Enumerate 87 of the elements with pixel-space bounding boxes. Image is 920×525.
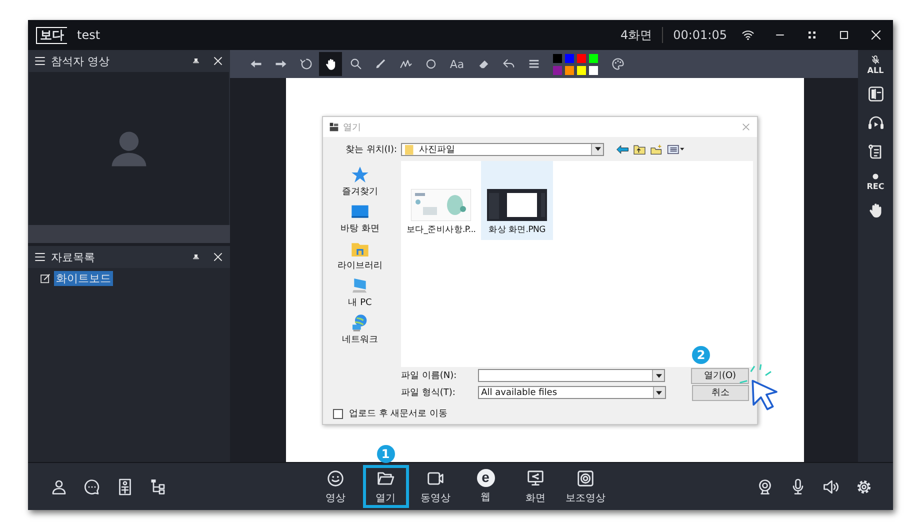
contact-card-icon[interactable] [116,478,134,496]
checkbox-label: 업로드 후 새문서로 이동 [349,408,448,420]
file-type-dropdown[interactable]: All available files [478,386,666,399]
menu-icon[interactable] [34,251,46,263]
webcam-icon[interactable] [756,478,774,496]
new-folder-icon[interactable] [650,144,663,154]
hand-icon [866,201,884,219]
color-swatch[interactable] [565,66,574,74]
open-button[interactable]: 열기(O) [691,368,749,384]
speaker-box-icon [576,468,595,488]
headphones-icon [866,114,884,132]
magnifier-icon [348,57,362,71]
maximize-icon[interactable] [837,28,851,42]
color-swatch[interactable] [589,66,598,74]
color-swatch[interactable] [577,66,586,74]
file-name-label: 파일 이름(N): [401,370,458,382]
dialog-title: 열기 [343,122,361,134]
caret-icon [656,374,662,378]
pin-icon[interactable] [191,56,201,66]
mute-all-icon [870,55,881,66]
chat-icon[interactable] [83,478,101,496]
color-swatch[interactable] [553,54,562,62]
zigzag-icon [398,57,412,71]
settings-icon[interactable] [855,478,873,496]
speaker-icon[interactable] [822,478,840,496]
video-camera-button[interactable]: 동영상 [412,465,458,508]
tree-icon[interactable] [149,478,167,496]
panel-title: 참석자 영상 [51,54,110,68]
close-icon[interactable] [212,55,224,67]
hand-icon [324,57,338,71]
text-tool[interactable]: Aa [444,52,470,76]
file-name-field[interactable] [478,369,665,382]
caret-icon [594,147,600,151]
look-in-label: 찾는 위치(I): [344,144,397,156]
app-icon [329,122,339,132]
wifi-icon [741,28,755,42]
layout-icon [866,85,884,103]
smiley-button[interactable]: 영상 [312,465,358,508]
mute-all-button[interactable]: ALL [860,52,890,78]
app-logo: 보다 [36,26,67,44]
color-swatch[interactable] [577,54,586,62]
speaker-box-button[interactable]: 보조영상 [562,465,608,508]
brush-icon [374,57,388,71]
person-icon[interactable] [50,478,68,496]
close-icon[interactable] [212,251,224,263]
session-timer: 00:01:05 [673,28,727,42]
pin-icon[interactable] [191,252,201,262]
line-width-icon [526,57,540,71]
look-in-dropdown[interactable]: 사진파일 [401,142,604,156]
place-item[interactable]: 즐겨찾기 [342,185,378,198]
folder-icon [405,144,414,154]
file-item[interactable]: 보다_준비사항.P... [405,161,477,240]
file-item[interactable]: 화상 화면.PNG [481,161,553,240]
folder-button[interactable]: 열기 [362,465,408,508]
palette-icon [610,57,624,71]
menu-icon[interactable] [34,55,46,67]
screen-share-icon [526,468,545,488]
document-icon [40,273,51,284]
window-title: test [77,28,100,42]
caret-icon [656,390,662,394]
close-icon[interactable] [869,28,883,42]
arrow-left-icon[interactable] [616,144,629,154]
material-item[interactable]: 화이트보드 [54,271,113,286]
circle-icon [424,57,438,71]
place-item[interactable]: 바탕 화면 [340,222,380,235]
hand-tool[interactable] [319,52,342,76]
file-type-label: 파일 형식(T): [401,387,456,399]
place-item[interactable]: 라이브러리 [338,259,382,272]
screen-share-button[interactable]: 화면 [512,465,558,508]
color-swatch[interactable] [553,66,562,74]
web-icon: e [476,469,494,487]
smiley-icon [326,468,345,488]
panel-title: 자료목록 [51,250,95,264]
screen-count: 4화면 [620,26,652,44]
color-swatch[interactable] [589,54,598,62]
record-icon [870,171,881,182]
place-item[interactable]: 네트워크 [342,333,378,346]
rotate-icon [298,57,312,71]
folder-up-icon[interactable] [633,144,646,154]
web-button[interactable]: e 웹 [462,465,508,508]
color-swatch[interactable] [565,54,574,62]
star-icon[interactable] [350,165,370,185]
place-item[interactable]: 내 PC [348,296,372,309]
view-menu-icon[interactable] [667,144,685,154]
record-button[interactable]: REC [860,168,890,194]
checkbox[interactable] [333,408,343,418]
cancel-button[interactable]: 취소 [692,384,749,400]
